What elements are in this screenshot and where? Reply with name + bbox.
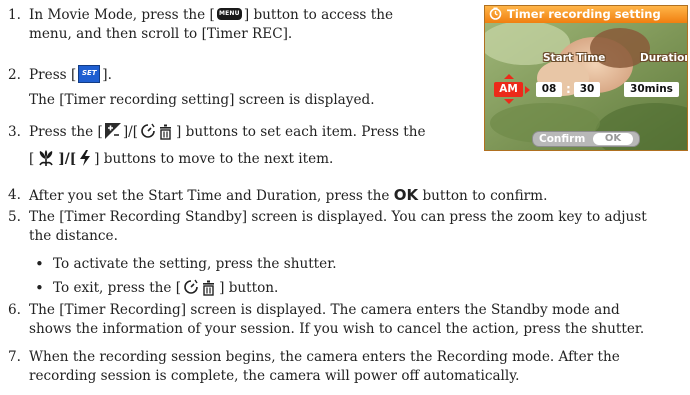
- minute-field[interactable]: 30: [574, 82, 600, 97]
- step-number: 3.: [8, 124, 21, 140]
- ampm-field[interactable]: AM: [494, 82, 523, 97]
- camera-screen-title: Timer recording setting: [507, 7, 661, 21]
- step-number: 6.: [8, 302, 21, 318]
- step-text: ] buttons to move to the next item.: [94, 151, 334, 168]
- bullet-marker: •: [35, 255, 44, 273]
- hour-field[interactable]: 08: [536, 82, 562, 97]
- step-text: the distance.: [29, 228, 118, 245]
- exposure-plus-minus-icon: [104, 122, 121, 139]
- start-time-label: Start Time: [543, 52, 606, 64]
- step-text: The [Timer Recording] screen is displaye…: [29, 302, 620, 318]
- step-text: ] button to access the: [243, 7, 393, 23]
- selftimer-delete-icon: [183, 278, 217, 296]
- bullet-text: ] button.: [219, 280, 279, 296]
- camera-screen-title-bar: Timer recording setting: [485, 6, 687, 23]
- arrow-down-icon: [504, 99, 514, 104]
- duration-label: Duration: [640, 52, 688, 64]
- time-colon: :: [566, 82, 571, 96]
- step-text: After you set the Start Time and Duratio…: [29, 188, 390, 204]
- step-text: ] buttons to set each item. Press the: [176, 124, 426, 140]
- ok-button-label: OK: [393, 186, 419, 204]
- selftimer-delete-icon: [140, 122, 174, 140]
- step-text: button to confirm.: [422, 188, 548, 204]
- step-text: The [Timer recording setting] screen is …: [29, 92, 375, 109]
- step-text: Press the [: [29, 124, 103, 140]
- step-text: ].: [102, 67, 112, 83]
- confirm-ok-button[interactable]: OK: [593, 133, 633, 145]
- step-text: In Movie Mode, press the [: [29, 7, 215, 23]
- set-button-icon: SET: [78, 64, 101, 83]
- step-text: ]/[: [58, 151, 77, 168]
- step-text: When the recording session begins, the c…: [29, 349, 620, 365]
- confirm-bar[interactable]: Confirm OK: [532, 131, 640, 147]
- step-number: 4.: [8, 187, 21, 203]
- flash-icon: [78, 149, 92, 167]
- camera-screen-preview: Timer recording setting Start Time Durat…: [484, 5, 688, 151]
- timer-recording-icon: [489, 7, 502, 20]
- bullet-text: To activate the setting, press the shutt…: [53, 256, 337, 272]
- step-number: 7.: [8, 349, 21, 365]
- step-text: shows the information of your session. I…: [29, 321, 645, 338]
- confirm-label: Confirm: [539, 133, 586, 145]
- step-text: The [Timer Recording Standby] screen is …: [29, 209, 647, 225]
- step-text: menu, and then scroll to [Timer REC].: [29, 26, 293, 43]
- step-text: ]/[: [122, 124, 139, 140]
- duration-field[interactable]: 30mins: [624, 82, 679, 97]
- step-number: 2.: [8, 67, 21, 83]
- bullet-text: To exit, press the [: [53, 280, 182, 296]
- step-number: 5.: [8, 209, 21, 225]
- macro-flower-icon: [36, 149, 56, 167]
- menu-button-icon: MENU: [216, 7, 242, 20]
- step-text: [: [29, 151, 35, 168]
- bullet-marker: •: [35, 279, 44, 297]
- step-text: Press [: [29, 67, 77, 83]
- arrow-right-icon: [525, 86, 530, 94]
- step-number: 1.: [8, 7, 21, 23]
- step-text: recording session is complete, the camer…: [29, 368, 520, 385]
- arrow-up-icon: [504, 74, 514, 79]
